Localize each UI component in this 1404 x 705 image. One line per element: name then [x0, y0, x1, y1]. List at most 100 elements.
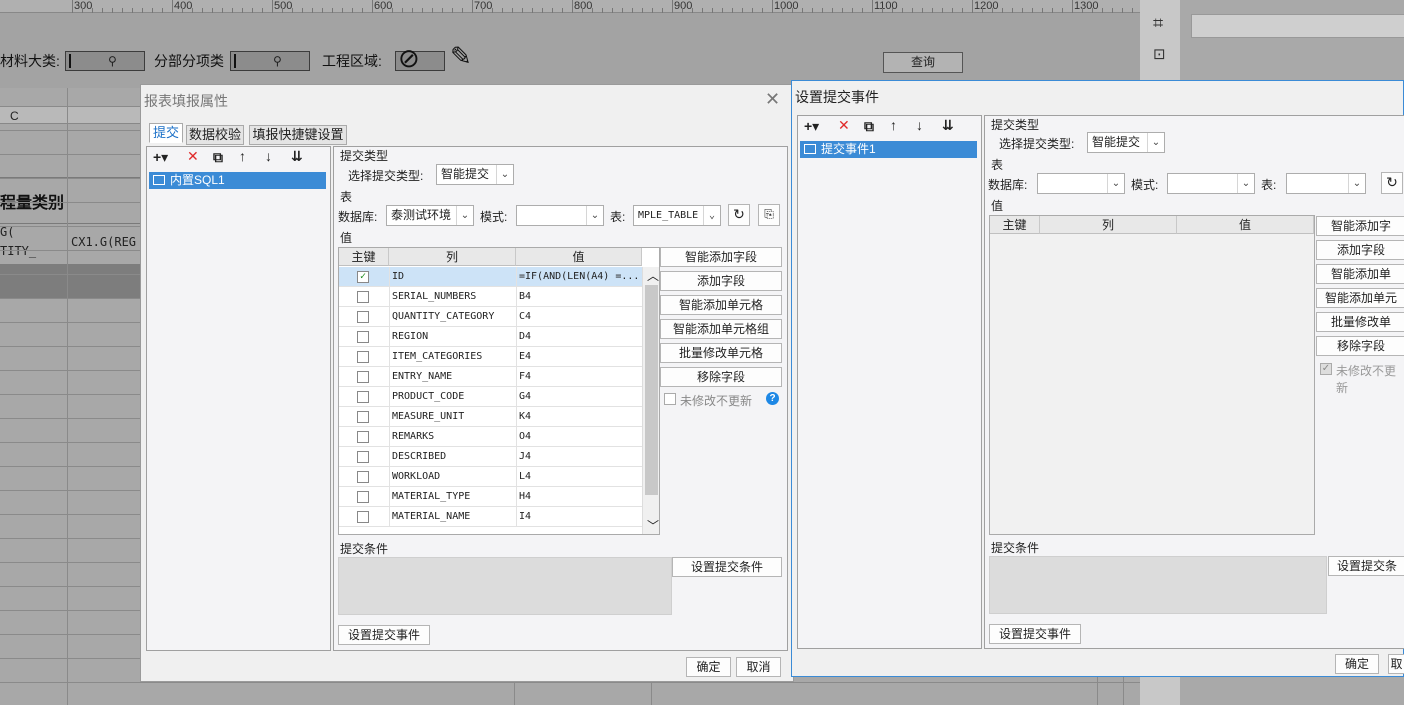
ok-button[interactable]: 确定 [1335, 654, 1379, 674]
primary-key-checkbox[interactable] [357, 451, 369, 463]
vertical-scrollbar[interactable]: ︿ ﹀ [642, 267, 659, 534]
tree-item-event[interactable]: 提交事件1 [800, 141, 977, 158]
ok-button[interactable]: 确定 [686, 657, 731, 677]
column-value-cell[interactable]: =IF(AND(LEN(A4) =... [516, 267, 642, 287]
column-value-cell[interactable]: E4 [516, 347, 642, 367]
material-category-input[interactable]: ⚲ [65, 51, 145, 71]
table-row[interactable]: REMARKS O4 [339, 427, 642, 447]
column-name-cell[interactable]: ID [389, 267, 516, 287]
table-row[interactable]: QUANTITY_CATEGORY C4 [339, 307, 642, 327]
primary-key-checkbox[interactable] [357, 371, 369, 383]
primary-key-checkbox[interactable] [357, 431, 369, 443]
move-up-icon[interactable]: ↑ [239, 148, 246, 164]
table-select[interactable]: MPLE_TABLE ⌄ [633, 205, 721, 226]
primary-key-checkbox[interactable] [357, 311, 369, 323]
set-submit-condition-button[interactable]: 设置提交条件 [672, 557, 782, 577]
primary-key-checkbox[interactable] [357, 391, 369, 403]
add-icon[interactable]: +▾ [804, 118, 819, 135]
table-row[interactable]: MEASURE_UNIT K4 [339, 407, 642, 427]
no-update-checkbox[interactable]: ✓ [1320, 363, 1332, 375]
move-down-icon[interactable]: ↓ [916, 117, 923, 133]
column-value-cell[interactable]: G4 [516, 387, 642, 407]
tab-data-validation[interactable]: 数据校验 [186, 125, 244, 145]
add-field-button[interactable]: 添加字段 [1316, 240, 1404, 260]
column-value-cell[interactable]: B4 [516, 287, 642, 307]
column-value-cell[interactable]: K4 [516, 407, 642, 427]
column-name-cell[interactable]: MATERIAL_NAME [389, 507, 516, 527]
set-submit-condition-button[interactable]: 设置提交条 [1328, 556, 1404, 576]
move-bottom-icon[interactable]: ⇊ [942, 117, 954, 134]
preview-table-icon[interactable]: ⎘ [758, 204, 780, 226]
table-row[interactable]: MATERIAL_TYPE H4 [339, 487, 642, 507]
smart-add-cell-group-button[interactable]: 智能添加单元格组 [660, 319, 782, 339]
table-row[interactable]: DESCRIBED J4 [339, 447, 642, 467]
column-name-cell[interactable]: WORKLOAD [389, 467, 516, 487]
column-value-cell[interactable]: D4 [516, 327, 642, 347]
delete-icon[interactable]: ✕ [187, 148, 199, 165]
set-submit-event-button[interactable]: 设置提交事件 [989, 624, 1081, 644]
add-icon[interactable]: +▾ [153, 149, 168, 166]
column-value-cell[interactable]: H4 [516, 487, 642, 507]
column-value-cell[interactable]: F4 [516, 367, 642, 387]
primary-key-checkbox[interactable] [357, 491, 369, 503]
refresh-icon[interactable]: ↻ [728, 204, 750, 226]
submit-condition-area[interactable] [989, 556, 1327, 614]
batch-edit-cell-button[interactable]: 批量修改单 [1316, 312, 1404, 332]
column-name-cell[interactable]: MEASURE_UNIT [389, 407, 516, 427]
smart-add-cell-button[interactable]: 智能添加单 [1316, 264, 1404, 284]
schema-select[interactable]: ⌄ [516, 205, 604, 226]
smart-add-cell-group-button[interactable]: 智能添加单元 [1316, 288, 1404, 308]
table-row[interactable]: ITEM_CATEGORIES E4 [339, 347, 642, 367]
primary-key-checkbox[interactable] [357, 471, 369, 483]
move-down-icon[interactable]: ↓ [265, 148, 272, 164]
tree-item-sql[interactable]: 内置SQL1 [149, 172, 326, 189]
table-row[interactable]: PRODUCT_CODE G4 [339, 387, 642, 407]
tab-submit[interactable]: 提交 [149, 123, 183, 143]
table-row[interactable]: REGION D4 [339, 327, 642, 347]
column-name-cell[interactable]: DESCRIBED [389, 447, 516, 467]
cancel-button[interactable]: 取消 [736, 657, 781, 677]
remove-field-button[interactable]: 移除字段 [660, 367, 782, 387]
primary-key-checkbox[interactable] [357, 511, 369, 523]
primary-key-checkbox[interactable] [357, 331, 369, 343]
remove-field-button[interactable]: 移除字段 [1316, 336, 1404, 356]
table-row[interactable]: ✓ ID =IF(AND(LEN(A4) =... [339, 267, 642, 287]
set-submit-event-button[interactable]: 设置提交事件 [338, 625, 430, 645]
crop-icon[interactable]: ⌗ [1153, 13, 1163, 34]
copy-icon[interactable]: ⧉ [864, 118, 874, 135]
column-name-cell[interactable]: REGION [389, 327, 516, 347]
column-value-cell[interactable]: C4 [516, 307, 642, 327]
eye-slash-icon[interactable]: ⊘ [398, 43, 420, 74]
scrollbar-thumb[interactable] [645, 285, 658, 495]
move-bottom-icon[interactable]: ⇊ [291, 148, 303, 165]
column-value-cell[interactable]: J4 [516, 447, 642, 467]
primary-key-checkbox[interactable] [357, 411, 369, 423]
tab-shortcut-settings[interactable]: 填报快捷键设置 [249, 125, 347, 145]
table-select[interactable]: ⌄ [1286, 173, 1366, 194]
column-name-cell[interactable]: ITEM_CATEGORIES [389, 347, 516, 367]
table-row[interactable]: SERIAL_NUMBERS B4 [339, 287, 642, 307]
submit-type-select[interactable]: 智能提交 ⌄ [1087, 132, 1165, 153]
submit-condition-area[interactable] [338, 557, 672, 615]
column-value-cell[interactable]: L4 [516, 467, 642, 487]
submit-type-select[interactable]: 智能提交 ⌄ [436, 164, 514, 185]
column-value-cell[interactable]: O4 [516, 427, 642, 447]
column-name-cell[interactable]: PRODUCT_CODE [389, 387, 516, 407]
column-name-cell[interactable]: REMARKS [389, 427, 516, 447]
table-row[interactable]: MATERIAL_NAME I4 [339, 507, 642, 527]
subitem-input[interactable]: ⚲ [230, 51, 310, 71]
primary-key-checkbox[interactable]: ✓ [357, 271, 369, 283]
smart-add-field-button[interactable]: 智能添加字 [1316, 216, 1404, 236]
database-select[interactable]: ⌄ [1037, 173, 1125, 194]
scroll-up-icon[interactable]: ︿ [647, 267, 659, 284]
add-field-button[interactable]: 添加字段 [660, 271, 782, 291]
delete-icon[interactable]: ✕ [838, 117, 850, 134]
scroll-down-icon[interactable]: ﹀ [647, 517, 659, 534]
table-row[interactable]: ENTRY_NAME F4 [339, 367, 642, 387]
close-icon[interactable]: ✕ [765, 89, 780, 110]
schema-select[interactable]: ⌄ [1167, 173, 1255, 194]
smart-add-cell-button[interactable]: 智能添加单元格 [660, 295, 782, 315]
refresh-icon[interactable]: ↻ [1381, 172, 1403, 194]
smart-add-field-button[interactable]: 智能添加字段 [660, 247, 782, 267]
primary-key-checkbox[interactable] [357, 291, 369, 303]
